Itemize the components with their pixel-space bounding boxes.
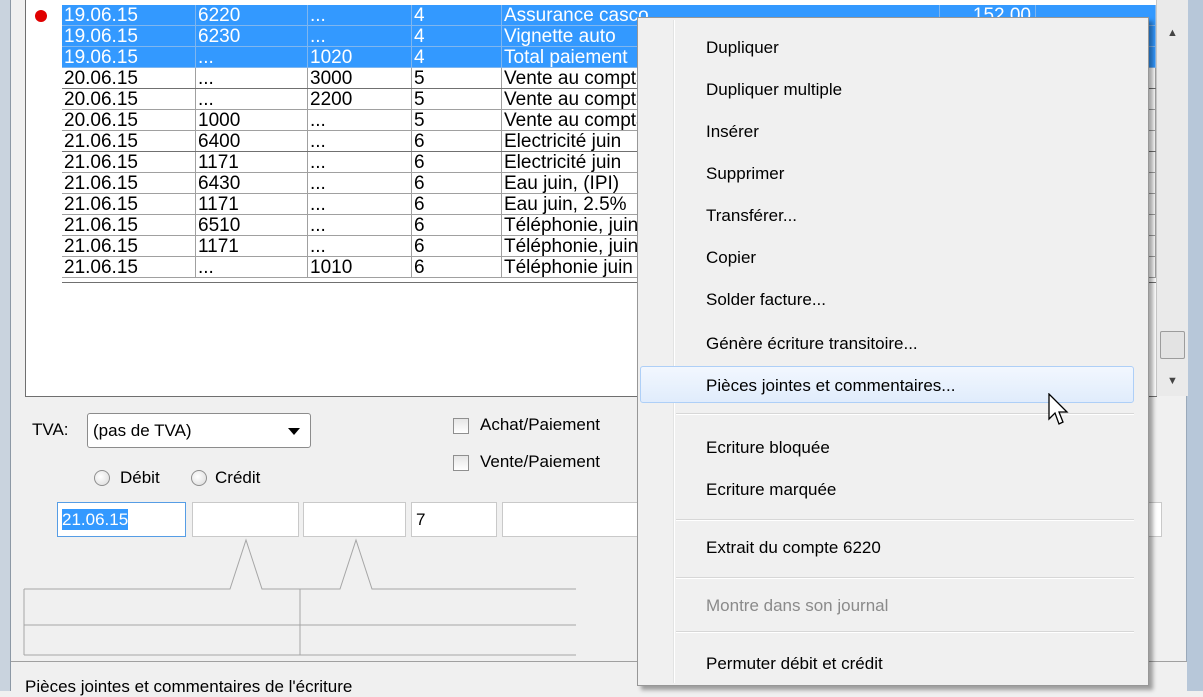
menu-item-pi-ces-jointes-et-commentaires[interactable]: Pièces jointes et commentaires... — [706, 376, 955, 396]
menu-item-montre-dans-son-journal: Montre dans son journal — [706, 596, 889, 615]
menu-separator — [676, 631, 1134, 633]
menu-separator — [676, 519, 1134, 521]
menu-item-transf-rer[interactable]: Transférer... — [706, 206, 797, 226]
menu-separator — [676, 577, 1134, 579]
menu-item-ins-rer[interactable]: Insérer — [706, 122, 759, 142]
context-menu: Dupliquer Dupliquer multiple Insérer Suppri… — [637, 17, 1149, 686]
menu-item-extrait-du-compte-6220[interactable]: Extrait du compte 6220 — [706, 538, 881, 558]
menu-item-supprimer[interactable]: Supprimer — [706, 164, 784, 184]
menu-item-copier[interactable]: Copier — [706, 248, 756, 268]
menu-icon-gutter — [673, 20, 675, 683]
menu-item-dupliquer-multiple[interactable]: Dupliquer multiple — [706, 80, 842, 100]
menu-item-dupliquer[interactable]: Dupliquer — [706, 38, 779, 58]
menu-item-ecriture-marqu-e[interactable]: Ecriture marquée — [706, 480, 836, 500]
status-text: Pièces jointes et commentaires de l'écri… — [25, 677, 353, 696]
menu-item-permuter-d-bit-et-cr-dit[interactable]: Permuter débit et crédit — [706, 654, 883, 674]
menu-item-ecriture-bloqu-e[interactable]: Ecriture bloquée — [706, 438, 830, 458]
menu-item-g-n-re-criture-transitoire[interactable]: Génère écriture transitoire... — [706, 334, 918, 354]
menu-item-solder-facture[interactable]: Solder facture... — [706, 290, 826, 310]
mouse-cursor-icon — [1048, 393, 1069, 425]
